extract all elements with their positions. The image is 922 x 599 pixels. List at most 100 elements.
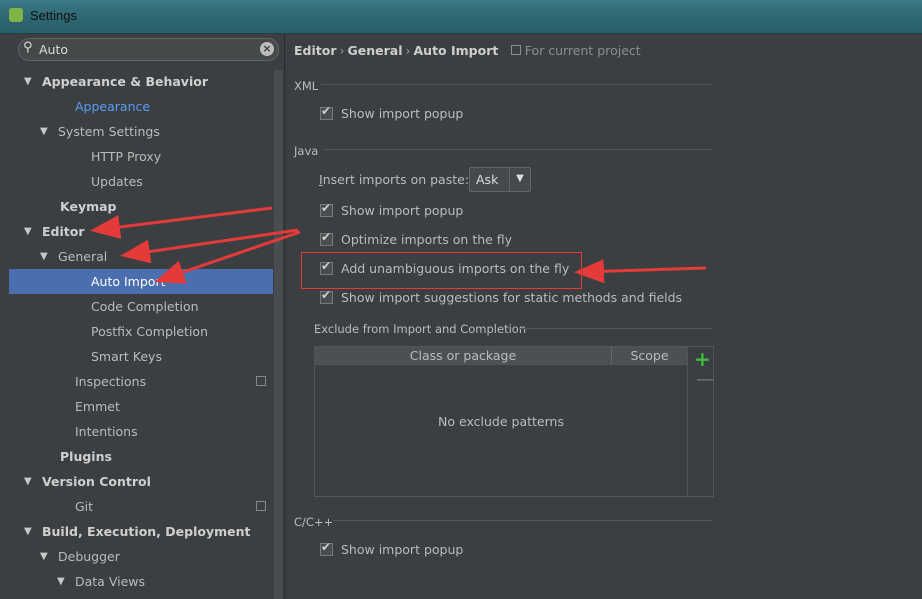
- insert-imports-label: Insert imports on paste:: [319, 172, 469, 187]
- add-icon[interactable]: +: [694, 347, 711, 371]
- title-bar: Settings: [0, 0, 922, 34]
- tree-item-system-settings[interactable]: ▼ System Settings: [9, 119, 273, 144]
- breadcrumb: Editor › General › Auto Import For current p…: [294, 43, 641, 58]
- cpp-show-popup-label: Show import popup: [341, 542, 464, 557]
- android-studio-icon: [9, 8, 23, 22]
- expand-arrow-icon[interactable]: ▼: [24, 469, 32, 494]
- divider: [519, 328, 712, 329]
- divider: [323, 149, 712, 150]
- project-level-icon: [256, 501, 266, 511]
- tree-item-intentions[interactable]: Intentions: [9, 419, 273, 444]
- tree-item-smart-keys[interactable]: Smart Keys: [9, 344, 273, 369]
- tree-item-build-execution-deployment[interactable]: ▼ Build, Execution, Deployment: [9, 519, 273, 544]
- checkbox-checked-icon: [320, 540, 333, 556]
- tree-item-label: Editor: [42, 224, 85, 239]
- tree-item-http-proxy[interactable]: HTTP Proxy: [9, 144, 273, 169]
- tree-item-label: Git: [75, 499, 94, 514]
- section-xml-title: XML: [294, 79, 319, 93]
- java-show-popup-checkbox[interactable]: Show import popup: [320, 201, 464, 218]
- tree-item-label: Auto Import: [91, 274, 166, 289]
- settings-sidebar: ⚲ Auto × ▼ Appearance & Behavior Appearanc…: [9, 34, 285, 599]
- search-input[interactable]: ⚲ Auto ×: [18, 38, 279, 61]
- project-scope-label: For current project: [510, 43, 641, 58]
- project-scope-text: For current project: [524, 43, 641, 58]
- settings-content: Editor › General › Auto Import For current p…: [285, 34, 922, 599]
- tree-item-label: Smart Keys: [91, 349, 162, 364]
- column-scope[interactable]: Scope: [612, 347, 687, 364]
- xml-show-popup-checkbox[interactable]: Show import popup: [320, 104, 464, 121]
- tree-item-emmet[interactable]: Emmet: [9, 394, 273, 419]
- breadcrumb-separator: ›: [339, 43, 345, 58]
- tree-item-data-views[interactable]: ▼ Data Views: [9, 569, 273, 594]
- tree-item-plugins[interactable]: Plugins: [9, 444, 273, 469]
- tree-item-label: Emmet: [75, 399, 120, 414]
- tree-item-auto-import[interactable]: Auto Import: [9, 269, 273, 294]
- static-suggestions-checkbox[interactable]: Show import suggestions for static metho…: [320, 288, 683, 305]
- toolbar-divider: [687, 347, 688, 496]
- tree-item-label: Plugins: [60, 449, 112, 464]
- tree-item-label: Build, Execution, Deployment: [42, 524, 251, 539]
- tree-item-editor[interactable]: ▼ Editor: [9, 219, 273, 244]
- divider: [333, 520, 712, 521]
- tree-item-updates[interactable]: Updates: [9, 169, 273, 194]
- tree-item-label: Intentions: [75, 424, 138, 439]
- add-unambiguous-imports-checkbox[interactable]: Add unambiguous imports on the fly: [320, 259, 570, 276]
- checkbox-checked-icon: [320, 259, 333, 275]
- tree-item-label: Version Control: [42, 474, 151, 489]
- tree-item-general[interactable]: ▼ General: [9, 244, 273, 269]
- exclude-table[interactable]: Class or package Scope + — No exclude pa…: [314, 346, 714, 497]
- insert-imports-label-rest: nsert imports on paste:: [322, 172, 470, 187]
- column-class-or-package[interactable]: Class or package: [315, 347, 612, 364]
- remove-icon[interactable]: —: [696, 369, 714, 390]
- search-query: Auto: [39, 42, 69, 57]
- insert-imports-value: Ask: [476, 172, 499, 187]
- tree-item-label: Postfix Completion: [91, 324, 208, 339]
- tree-item-keymap[interactable]: Keymap: [9, 194, 273, 219]
- checkbox-checked-icon: [320, 230, 333, 246]
- optimize-imports-checkbox[interactable]: Optimize imports on the fly: [320, 230, 513, 247]
- insert-imports-select[interactable]: Ask ▼: [469, 167, 531, 192]
- tree-item-label: Appearance & Behavior: [42, 74, 208, 89]
- checkbox-checked-icon: [320, 288, 333, 304]
- tree-item-label: System Settings: [58, 124, 160, 139]
- expand-arrow-icon[interactable]: ▼: [40, 119, 48, 144]
- optimize-imports-label: Optimize imports on the fly: [341, 232, 513, 247]
- tree-item-code-completion[interactable]: Code Completion: [9, 294, 273, 319]
- tree-item-git[interactable]: Git: [9, 494, 273, 519]
- sidebar-scrollbar[interactable]: [274, 70, 283, 599]
- tree-item-version-control[interactable]: ▼ Version Control: [9, 469, 273, 494]
- tree-item-appearance[interactable]: Appearance: [9, 94, 273, 119]
- add-unambiguous-imports-label: Add unambiguous imports on the fly: [341, 261, 570, 276]
- java-show-popup-label: Show import popup: [341, 203, 464, 218]
- expand-arrow-icon[interactable]: ▼: [24, 519, 32, 544]
- static-suggestions-label: Show import suggestions for static metho…: [341, 290, 683, 305]
- tree-item-inspections[interactable]: Inspections: [9, 369, 273, 394]
- tree-item-appearance-behavior[interactable]: ▼ Appearance & Behavior: [9, 69, 273, 94]
- tree-item-debugger[interactable]: ▼ Debugger: [9, 544, 273, 569]
- checkbox-checked-icon: [320, 104, 333, 120]
- expand-arrow-icon[interactable]: ▼: [24, 219, 32, 244]
- project-level-icon: [256, 376, 266, 386]
- tree-item-label: Code Completion: [91, 299, 199, 314]
- tree-item-postfix-completion[interactable]: Postfix Completion: [9, 319, 273, 344]
- tree-item-label: Inspections: [75, 374, 147, 389]
- table-header: Class or package Scope: [315, 347, 687, 365]
- copy-icon: [510, 45, 521, 55]
- expand-arrow-icon[interactable]: ▼: [40, 244, 48, 269]
- expand-arrow-icon[interactable]: ▼: [40, 544, 48, 569]
- tree-item-label: Appearance: [75, 99, 151, 114]
- tree-item-label: Data Views: [75, 574, 145, 589]
- breadcrumb-auto-import: Auto Import: [413, 43, 499, 58]
- search-icon: ⚲: [23, 40, 33, 55]
- window-title: Settings: [30, 8, 77, 23]
- breadcrumb-separator: ›: [405, 43, 411, 58]
- xml-show-popup-label: Show import popup: [341, 106, 464, 121]
- tree-item-label: General: [58, 249, 108, 264]
- section-java-title: Java: [294, 144, 319, 158]
- expand-arrow-icon[interactable]: ▼: [24, 69, 32, 94]
- cpp-show-popup-checkbox[interactable]: Show import popup: [320, 540, 464, 557]
- divider: [321, 84, 712, 85]
- chevron-down-icon[interactable]: ▼: [509, 168, 530, 191]
- expand-arrow-icon[interactable]: ▼: [57, 569, 65, 594]
- clear-search-icon[interactable]: ×: [260, 42, 274, 56]
